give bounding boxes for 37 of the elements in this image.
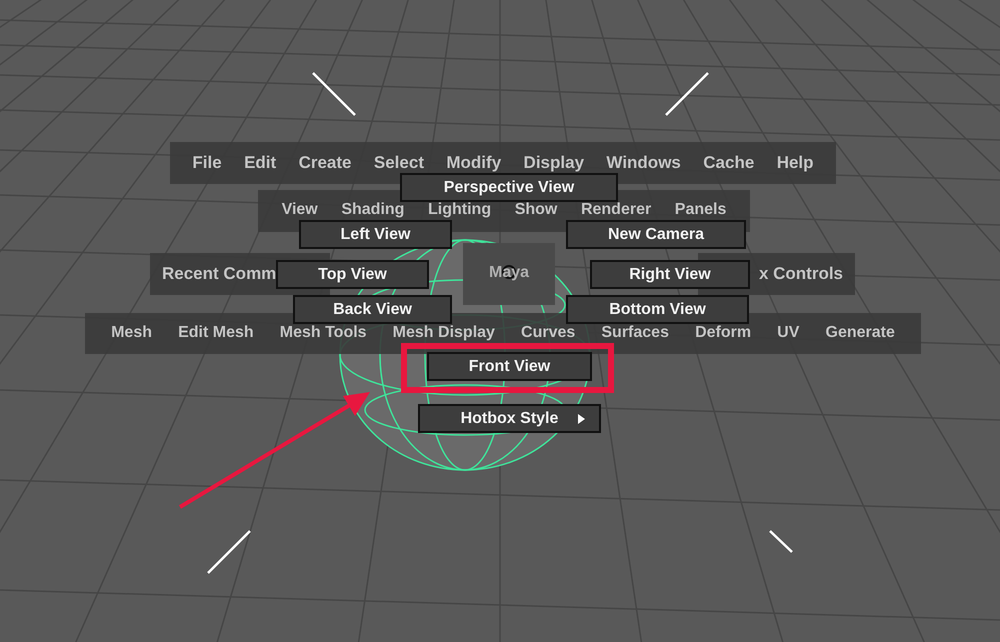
menu-item[interactable]: Edit	[244, 153, 276, 173]
menu-item[interactable]: Shading	[341, 201, 404, 218]
marking-menu[interactable]: Left View	[299, 220, 452, 249]
menu-item[interactable]: Renderer	[580, 201, 652, 218]
menu-item[interactable]: Edit Mesh	[178, 324, 254, 341]
menu-item[interactable]: Generate	[826, 324, 895, 341]
menu-item[interactable]: Select	[374, 153, 424, 173]
menu-item[interactable]: Surfaces	[601, 324, 669, 341]
menu-item[interactable]: x Controls	[758, 264, 843, 284]
menu-item[interactable]: Panels	[674, 201, 726, 218]
marking-menu[interactable]: Hotbox Style	[418, 404, 601, 433]
menu-item[interactable]: Help	[776, 153, 814, 173]
menu-item[interactable]: Modify	[446, 153, 502, 173]
menu-item[interactable]: Mesh Tools	[280, 324, 367, 341]
menu-item[interactable]: Deform	[695, 324, 752, 341]
marking-menu[interactable]: Bottom View	[566, 295, 749, 324]
menu-item[interactable]: Show	[514, 201, 558, 218]
menu-item[interactable]: View	[282, 201, 318, 218]
menu-item[interactable]: Mesh Display	[392, 324, 495, 341]
menu-item[interactable]: Curves	[521, 324, 576, 341]
menu-item[interactable]: Mesh	[111, 324, 152, 341]
menu-item[interactable]: Windows	[606, 153, 681, 173]
marking-menu[interactable]: Back View	[293, 295, 452, 324]
menu-item[interactable]: Lighting	[428, 201, 492, 218]
menu-item[interactable]: File	[192, 153, 222, 173]
marking-menu[interactable]: New Camera	[566, 220, 746, 249]
marking-menu[interactable]: Perspective View	[400, 173, 618, 202]
submenu-arrow-icon	[578, 414, 585, 424]
marking-menu[interactable]: Top View	[276, 260, 429, 289]
marking-menu[interactable]: Right View	[590, 260, 750, 289]
menu-item[interactable]: Recent Comm	[162, 264, 276, 284]
menu-item[interactable]: Cache	[703, 153, 754, 173]
menu-item[interactable]: Create	[298, 153, 352, 173]
marking-menu[interactable]: Front View	[427, 352, 592, 381]
menu-item[interactable]: UV	[777, 324, 800, 341]
menu-item[interactable]: Display	[524, 153, 584, 173]
center-label[interactable]: Maya	[463, 264, 555, 282]
